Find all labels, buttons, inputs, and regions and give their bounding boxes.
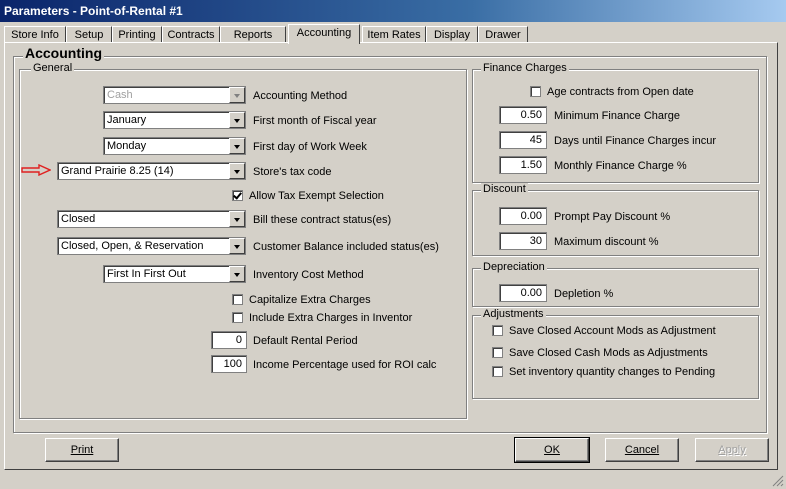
include-extra-label: Include Extra Charges in Inventor bbox=[249, 312, 413, 324]
page-title: Accounting bbox=[23, 45, 104, 61]
customer-balance-value: Closed, Open, & Reservation bbox=[61, 240, 204, 252]
inventory-pending-label: Set inventory quantity changes to Pendin… bbox=[509, 366, 716, 378]
bill-status-label: Bill these contract status(es) bbox=[253, 214, 392, 226]
tab-display[interactable]: Display bbox=[426, 26, 478, 42]
prompt-pay-label: Prompt Pay Discount % bbox=[554, 211, 671, 223]
accounting-method-select: Cash bbox=[103, 86, 246, 104]
accounting-method-value: Cash bbox=[107, 89, 133, 101]
depletion-input[interactable]: 0.00 bbox=[499, 284, 547, 302]
chevron-down-icon bbox=[229, 87, 245, 103]
cancel-button[interactable]: Cancel bbox=[605, 438, 679, 462]
tax-code-label: Store's tax code bbox=[253, 166, 332, 178]
accounting-panel: Accounting General Cash Accounting Metho… bbox=[4, 42, 778, 470]
print-button-label: Print bbox=[70, 444, 94, 456]
apply-button-label: Apply bbox=[718, 444, 746, 456]
days-until-input[interactable]: 45 bbox=[499, 131, 547, 149]
max-discount-label: Maximum discount % bbox=[554, 236, 659, 248]
chevron-down-icon[interactable] bbox=[229, 112, 245, 128]
tab-accounting[interactable]: Accounting bbox=[288, 24, 360, 44]
red-arrow-icon bbox=[21, 164, 51, 176]
apply-button[interactable]: Apply bbox=[695, 438, 769, 462]
tab-printing[interactable]: Printing bbox=[112, 26, 162, 42]
depreciation-legend: Depreciation bbox=[481, 261, 547, 273]
age-contracts-checkbox[interactable] bbox=[530, 86, 541, 97]
monthly-finance-label: Monthly Finance Charge % bbox=[554, 160, 687, 172]
prompt-pay-input[interactable]: 0.00 bbox=[499, 207, 547, 225]
accounting-method-label: Accounting Method bbox=[253, 90, 348, 102]
capitalize-extra-checkbox[interactable] bbox=[232, 294, 243, 305]
min-finance-label: Minimum Finance Charge bbox=[554, 110, 680, 122]
print-button[interactable]: Print bbox=[45, 438, 119, 462]
default-rental-label: Default Rental Period bbox=[253, 335, 358, 347]
adjustments-legend: Adjustments bbox=[481, 308, 546, 320]
resize-grip-icon[interactable] bbox=[772, 475, 784, 487]
cancel-button-label: Cancel bbox=[624, 444, 660, 456]
fiscal-month-value: January bbox=[107, 114, 147, 126]
work-week-value: Monday bbox=[107, 140, 147, 152]
tab-setup[interactable]: Setup bbox=[66, 26, 112, 42]
work-week-select[interactable]: Monday bbox=[103, 137, 246, 155]
tab-store-info[interactable]: Store Info bbox=[4, 26, 66, 42]
chevron-down-icon[interactable] bbox=[229, 163, 245, 179]
monthly-finance-input[interactable]: 1.50 bbox=[499, 156, 547, 174]
closed-cash-label: Save Closed Cash Mods as Adjustments bbox=[509, 347, 708, 359]
closed-cash-checkbox[interactable] bbox=[492, 347, 503, 358]
inventory-pending-checkbox[interactable] bbox=[492, 366, 503, 377]
inventory-cost-select[interactable]: First In First Out bbox=[103, 265, 246, 283]
tab-reports[interactable]: Reports bbox=[220, 26, 286, 42]
ok-button[interactable]: OK bbox=[514, 437, 590, 463]
allow-tax-exempt-checkbox[interactable] bbox=[232, 190, 243, 201]
include-extra-checkbox[interactable] bbox=[232, 312, 243, 323]
capitalize-extra-label: Capitalize Extra Charges bbox=[249, 294, 371, 306]
bill-status-value: Closed bbox=[61, 213, 96, 225]
age-contracts-label: Age contracts from Open date bbox=[547, 86, 694, 98]
inventory-cost-label: Inventory Cost Method bbox=[253, 269, 364, 281]
work-week-label: First day of Work Week bbox=[253, 141, 367, 153]
min-finance-input[interactable]: 0.50 bbox=[499, 106, 547, 124]
chevron-down-icon[interactable] bbox=[229, 238, 245, 254]
chevron-down-icon[interactable] bbox=[229, 138, 245, 154]
tab-contracts[interactable]: Contracts bbox=[162, 26, 220, 42]
bill-status-select[interactable]: Closed bbox=[57, 210, 246, 228]
closed-account-checkbox[interactable] bbox=[492, 325, 503, 336]
income-pct-input[interactable]: 100 bbox=[211, 355, 247, 373]
general-legend: General bbox=[31, 62, 75, 74]
fiscal-month-label: First month of Fiscal year bbox=[253, 115, 377, 127]
title-bar[interactable]: Parameters - Point-of-Rental #1 bbox=[0, 0, 786, 22]
allow-tax-exempt-label: Allow Tax Exempt Selection bbox=[249, 190, 384, 202]
depletion-label: Depletion % bbox=[554, 288, 614, 300]
closed-account-label: Save Closed Account Mods as Adjustment bbox=[509, 325, 716, 337]
tab-drawer[interactable]: Drawer bbox=[478, 26, 528, 42]
discount-legend: Discount bbox=[481, 183, 528, 195]
chevron-down-icon[interactable] bbox=[229, 266, 245, 282]
days-until-label: Days until Finance Charges incur bbox=[554, 135, 717, 147]
customer-balance-select[interactable]: Closed, Open, & Reservation bbox=[57, 237, 246, 255]
default-rental-input[interactable]: 0 bbox=[211, 331, 247, 349]
tax-code-value: Grand Prairie 8.25 (14) bbox=[61, 165, 174, 177]
window-title: Parameters - Point-of-Rental #1 bbox=[4, 4, 183, 18]
finance-legend: Finance Charges bbox=[481, 62, 569, 74]
income-pct-label: Income Percentage used for ROI calc bbox=[253, 359, 437, 371]
chevron-down-icon[interactable] bbox=[229, 211, 245, 227]
ok-button-label: OK bbox=[544, 444, 560, 456]
tab-item-rates[interactable]: Item Rates bbox=[362, 26, 426, 42]
fiscal-month-select[interactable]: January bbox=[103, 111, 246, 129]
inventory-cost-value: First In First Out bbox=[107, 268, 186, 280]
max-discount-input[interactable]: 30 bbox=[499, 232, 547, 250]
tax-code-select[interactable]: Grand Prairie 8.25 (14) bbox=[57, 162, 246, 180]
customer-balance-label: Customer Balance included status(es) bbox=[253, 241, 439, 253]
